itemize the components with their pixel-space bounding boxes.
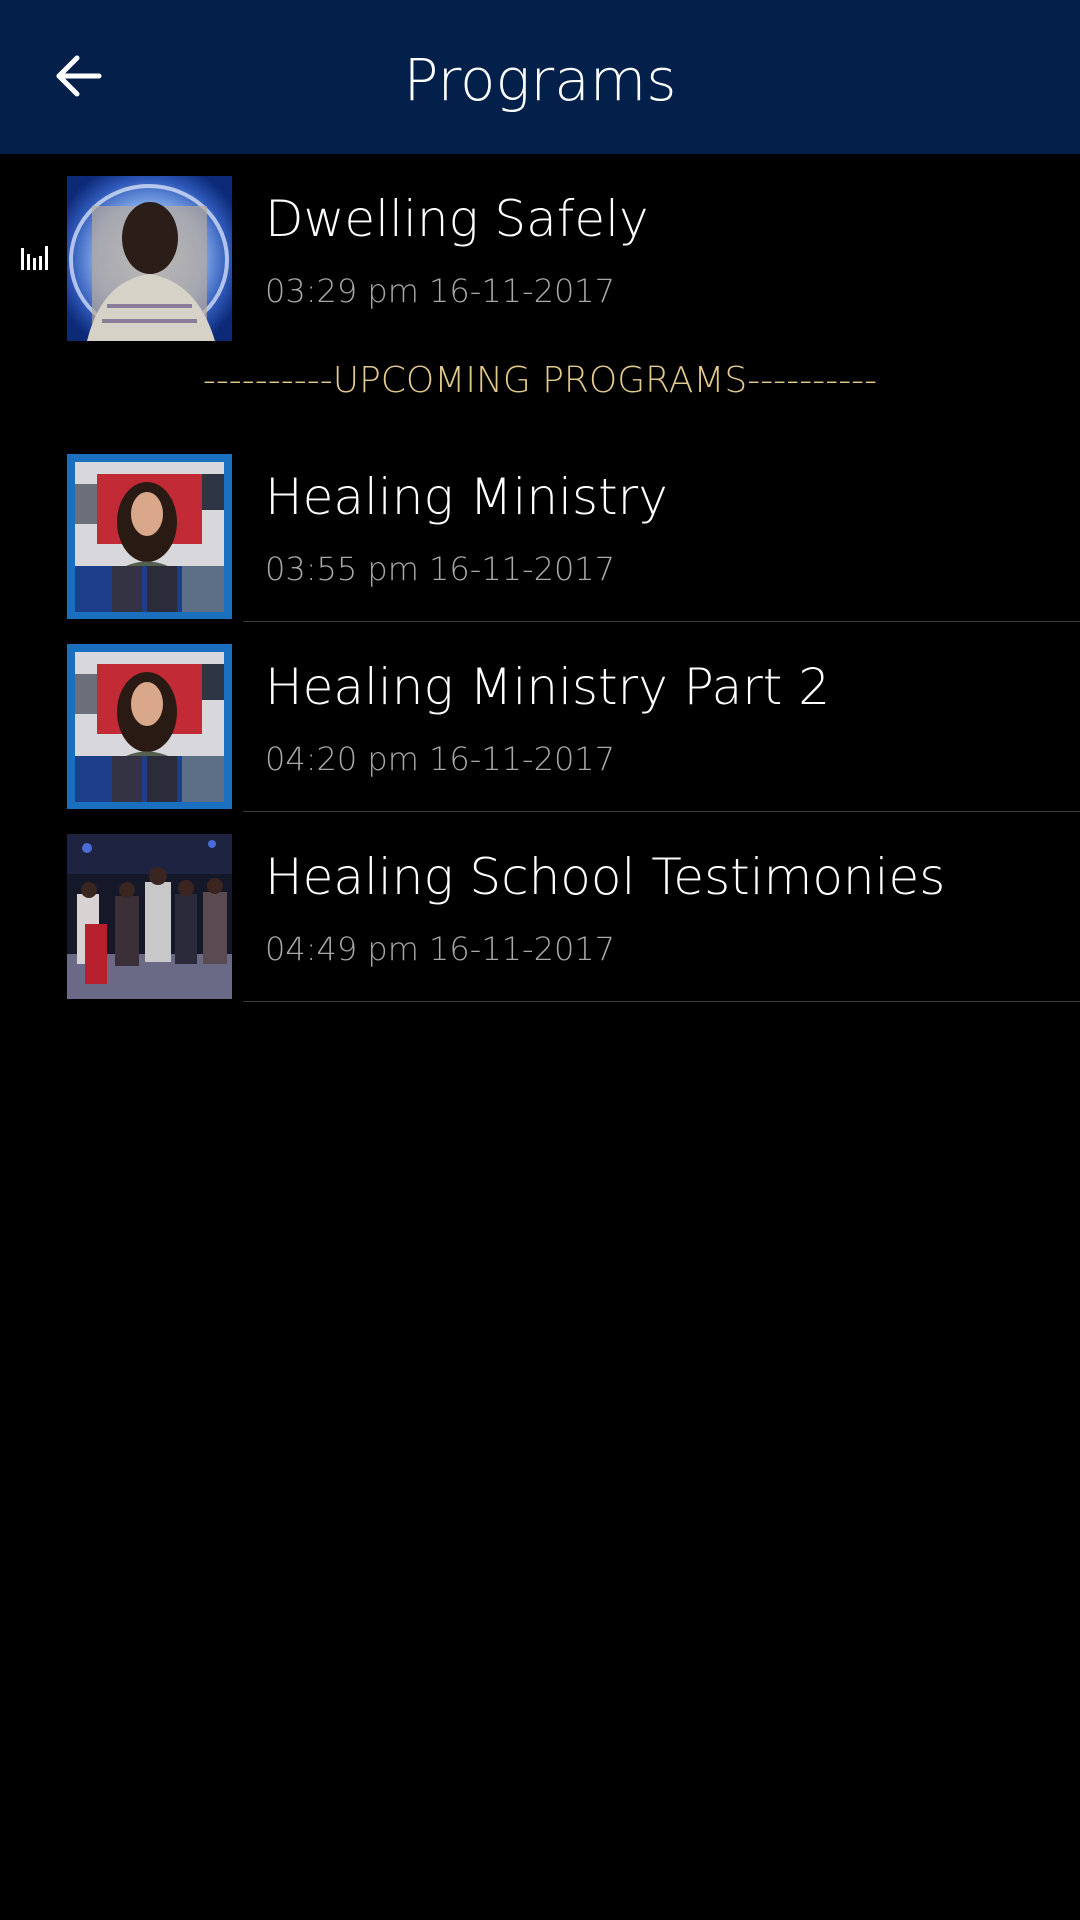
list-divider [243, 1001, 1080, 1002]
program-title: Healing School Testimonies [265, 848, 946, 906]
list-divider [243, 811, 1080, 812]
program-thumbnail [67, 834, 232, 999]
now-playing-item[interactable]: Dwelling Safely 03:29 pm 16-11-2017 [0, 176, 1080, 342]
list-divider [243, 621, 1080, 622]
program-title: Healing Ministry Part 2 [265, 658, 831, 716]
program-list-item[interactable]: Healing Ministry 03:55 pm 16-11-2017 [0, 454, 1080, 622]
program-thumbnail [67, 454, 232, 619]
program-list-item[interactable]: Healing School Testimonies 04:49 pm 16-1… [0, 834, 1080, 1002]
program-list-item[interactable]: Healing Ministry Part 2 04:20 pm 16-11-2… [0, 644, 1080, 812]
program-title: Dwelling Safely [265, 190, 649, 248]
program-title: Healing Ministry [265, 468, 668, 526]
program-thumbnail [67, 176, 232, 341]
program-time: 03:55 pm 16-11-2017 [265, 550, 616, 588]
program-time: 04:20 pm 16-11-2017 [265, 740, 616, 778]
program-time: 03:29 pm 16-11-2017 [265, 272, 616, 310]
program-time: 04:49 pm 16-11-2017 [265, 930, 616, 968]
upcoming-section-header: ----------UPCOMING PROGRAMS---------- [202, 360, 878, 401]
page-title: Programs [403, 46, 677, 114]
app-header: Programs [0, 0, 1080, 154]
program-thumbnail [67, 644, 232, 809]
